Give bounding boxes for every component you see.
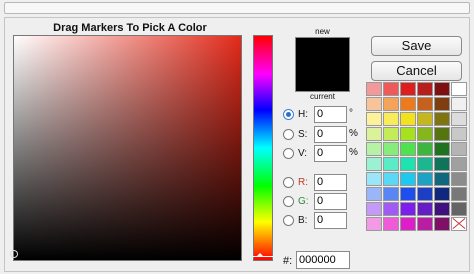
value-label: V:	[298, 148, 308, 159]
saturation-input[interactable]: 0	[314, 126, 347, 143]
palette-swatch[interactable]	[417, 97, 433, 111]
palette-swatch[interactable]	[417, 202, 433, 216]
palette-swatch[interactable]	[366, 112, 382, 126]
palette-swatch[interactable]	[417, 82, 433, 96]
cancel-button[interactable]: Cancel	[371, 61, 462, 81]
blue-input[interactable]: 0	[314, 212, 347, 229]
hue-marker[interactable]	[253, 253, 273, 257]
field-marker[interactable]	[10, 250, 18, 258]
palette-swatch[interactable]	[383, 202, 399, 216]
palette-swatch[interactable]	[383, 97, 399, 111]
hex-input[interactable]: 000000	[296, 251, 350, 269]
red-label: R:	[298, 177, 308, 188]
new-label: new	[315, 27, 330, 36]
value-radio[interactable]	[283, 148, 294, 159]
palette-swatch[interactable]	[417, 127, 433, 141]
palette-swatch[interactable]	[400, 127, 416, 141]
hex-label: #:	[283, 255, 293, 267]
palette-swatch[interactable]	[434, 217, 450, 231]
palette-swatch[interactable]	[417, 112, 433, 126]
palette-swatch[interactable]	[366, 202, 382, 216]
blue-radio[interactable]	[283, 215, 294, 226]
palette-swatch[interactable]	[383, 187, 399, 201]
saturation-radio[interactable]	[283, 129, 294, 140]
palette-swatch[interactable]	[417, 187, 433, 201]
palette-swatch[interactable]	[434, 157, 450, 171]
green-label: G:	[298, 196, 309, 207]
palette-swatch[interactable]	[383, 172, 399, 186]
saturation-label: S:	[298, 129, 308, 140]
new-color-swatch	[295, 37, 350, 92]
palette-swatch[interactable]	[451, 127, 467, 141]
blue-label: B:	[298, 215, 308, 226]
palette-swatch[interactable]	[451, 82, 467, 96]
palette-swatch[interactable]	[434, 82, 450, 96]
green-input[interactable]: 0	[314, 193, 347, 210]
palette-swatch[interactable]	[366, 217, 382, 231]
palette-swatch[interactable]	[366, 157, 382, 171]
palette-swatch[interactable]	[383, 82, 399, 96]
palette-swatch[interactable]	[383, 112, 399, 126]
palette-swatch[interactable]	[434, 172, 450, 186]
palette-swatch[interactable]	[366, 142, 382, 156]
hue-slider[interactable]	[253, 35, 273, 261]
palette-swatch[interactable]	[400, 172, 416, 186]
palette-swatch[interactable]	[400, 217, 416, 231]
palette-swatch[interactable]	[366, 172, 382, 186]
palette-swatch[interactable]	[400, 97, 416, 111]
palette-swatch[interactable]	[417, 172, 433, 186]
palette-swatch[interactable]	[434, 127, 450, 141]
value-unit: %	[349, 147, 358, 158]
green-radio[interactable]	[283, 196, 294, 207]
hue-label: H:	[298, 109, 308, 120]
palette-swatch[interactable]	[451, 202, 467, 216]
palette-swatch[interactable]	[366, 127, 382, 141]
saturation-value-field[interactable]	[13, 35, 242, 261]
top-bar	[4, 2, 470, 14]
palette-swatch[interactable]	[417, 142, 433, 156]
palette-swatch[interactable]	[451, 172, 467, 186]
palette-swatch[interactable]	[434, 187, 450, 201]
palette-swatch[interactable]	[400, 112, 416, 126]
palette-swatch[interactable]	[383, 157, 399, 171]
palette-swatch[interactable]	[366, 97, 382, 111]
palette-swatch[interactable]	[400, 142, 416, 156]
red-radio[interactable]	[283, 177, 294, 188]
hue-input[interactable]: 0	[314, 106, 347, 123]
palette-swatch[interactable]	[434, 142, 450, 156]
palette-swatch[interactable]	[400, 82, 416, 96]
palette-swatch[interactable]	[434, 202, 450, 216]
palette-swatch[interactable]	[417, 217, 433, 231]
palette-swatch[interactable]	[383, 127, 399, 141]
palette-swatch[interactable]	[451, 157, 467, 171]
value-input[interactable]: 0	[314, 145, 347, 162]
palette-swatch[interactable]	[400, 157, 416, 171]
palette-swatch[interactable]	[366, 82, 382, 96]
hue-radio[interactable]	[283, 109, 294, 120]
picker-title: Drag Markers To Pick A Color	[53, 22, 207, 34]
no-color-swatch[interactable]	[451, 217, 467, 231]
palette-swatch[interactable]	[383, 142, 399, 156]
palette-swatch[interactable]	[400, 187, 416, 201]
hue-unit: °	[349, 108, 353, 119]
saturation-unit: %	[349, 128, 358, 139]
save-button[interactable]: Save	[371, 36, 462, 56]
color-palette	[366, 82, 467, 231]
palette-swatch[interactable]	[417, 157, 433, 171]
current-label: current	[310, 92, 335, 101]
palette-swatch[interactable]	[434, 97, 450, 111]
palette-swatch[interactable]	[366, 187, 382, 201]
red-input[interactable]: 0	[314, 174, 347, 191]
palette-swatch[interactable]	[434, 112, 450, 126]
palette-swatch[interactable]	[451, 97, 467, 111]
palette-swatch[interactable]	[383, 217, 399, 231]
palette-swatch[interactable]	[451, 142, 467, 156]
palette-swatch[interactable]	[451, 112, 467, 126]
palette-swatch[interactable]	[400, 202, 416, 216]
palette-swatch[interactable]	[451, 187, 467, 201]
